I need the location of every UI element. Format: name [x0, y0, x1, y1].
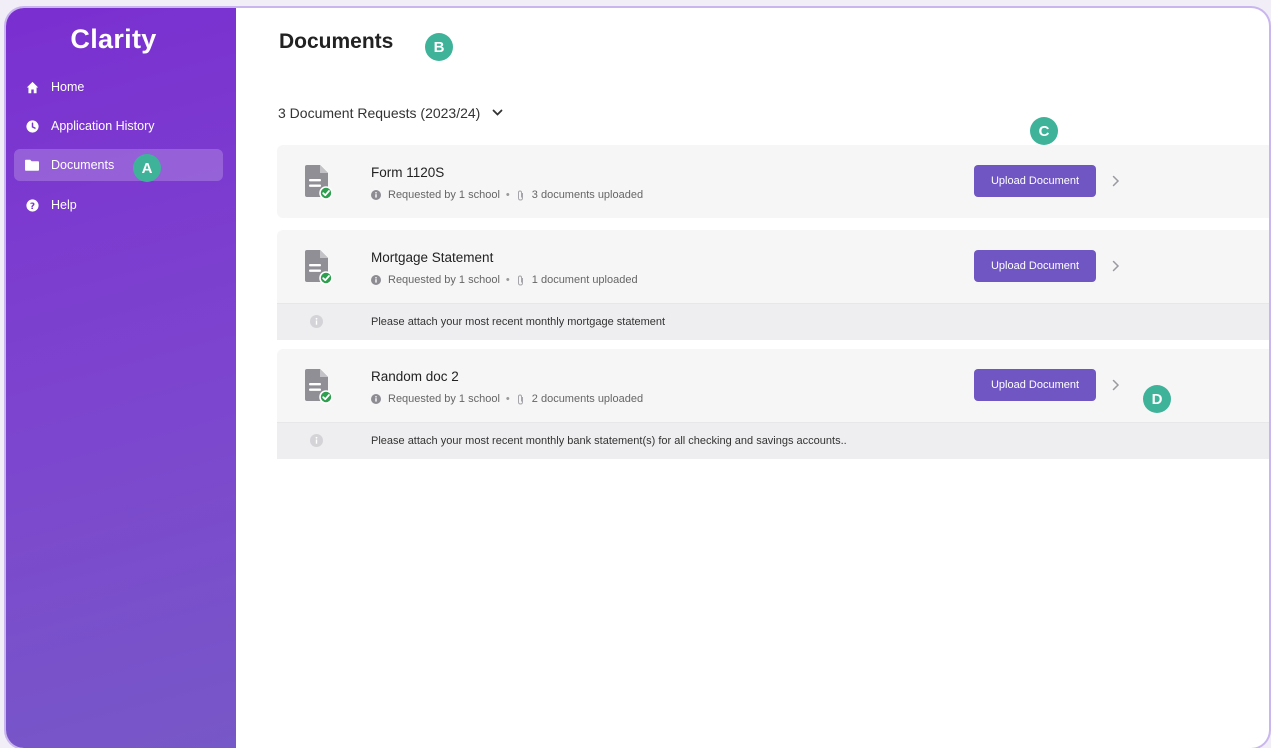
callout-marker-b: B	[425, 33, 453, 61]
uploaded-count-text: 3 documents uploaded	[531, 189, 644, 201]
svg-text:?: ?	[29, 201, 34, 211]
sidebar: Clarity Home Application History Documen…	[6, 8, 236, 748]
document-meta: Requested by 1 school • 3 documents uplo…	[371, 189, 643, 201]
sidebar-item-label: Home	[51, 80, 85, 94]
document-requests-label: 3 Document Requests (2023/24)	[278, 105, 481, 121]
document-requests-dropdown[interactable]: 3 Document Requests (2023/24)	[278, 105, 503, 121]
uploaded-count-text: 2 documents uploaded	[531, 393, 644, 405]
clock-icon	[25, 119, 39, 133]
info-icon	[371, 190, 381, 200]
question-circle-icon: ?	[25, 198, 39, 212]
document-title: Random doc 2	[371, 369, 459, 384]
upload-document-button[interactable]: Upload Document	[974, 165, 1096, 197]
callout-marker-a: A	[133, 154, 161, 182]
paperclip-icon	[516, 189, 525, 201]
document-card-form-1120s: Form 1120S Requested by 1 school • 3 doc…	[277, 145, 1269, 218]
chevron-down-icon	[492, 109, 503, 117]
chevron-right-icon[interactable]	[1111, 174, 1121, 188]
sidebar-item-help[interactable]: ? Help	[14, 189, 223, 221]
callout-marker-c: C	[1030, 117, 1058, 145]
info-icon	[371, 394, 381, 404]
uploaded-count-text: 1 document uploaded	[531, 274, 638, 286]
separator-dot: •	[505, 393, 510, 405]
document-check-icon	[305, 165, 332, 200]
document-check-icon	[305, 250, 332, 285]
upload-document-button[interactable]: Upload Document	[974, 369, 1096, 401]
folder-icon	[25, 158, 39, 172]
document-card-mortgage-statement: Mortgage Statement Requested by 1 school…	[277, 230, 1269, 340]
sidebar-item-label: Help	[51, 198, 77, 212]
chevron-right-icon[interactable]	[1111, 259, 1121, 273]
sidebar-item-label: Documents	[51, 158, 115, 172]
sidebar-item-label: Application History	[51, 119, 155, 133]
document-title: Form 1120S	[371, 165, 445, 180]
requested-by-text: Requested by 1 school	[388, 274, 500, 286]
document-card-random-doc-2: Random doc 2 Requested by 1 school • 2 d…	[277, 349, 1269, 459]
info-icon	[310, 315, 323, 331]
requested-by-text: Requested by 1 school	[388, 189, 500, 201]
callout-marker-d: D	[1143, 385, 1171, 413]
sidebar-item-documents[interactable]: Documents	[14, 149, 223, 181]
document-meta: Requested by 1 school • 1 document uploa…	[371, 274, 638, 286]
sidebar-item-home[interactable]: Home	[14, 71, 223, 103]
paperclip-icon	[516, 274, 525, 286]
info-icon	[310, 434, 323, 450]
requested-by-text: Requested by 1 school	[388, 393, 500, 405]
document-check-icon	[305, 369, 332, 404]
paperclip-icon	[516, 393, 525, 405]
app-window: Clarity Home Application History Documen…	[6, 8, 1269, 748]
chevron-right-icon[interactable]	[1111, 378, 1121, 392]
page-title: Documents	[279, 30, 394, 53]
brand-logo: Clarity	[70, 24, 157, 54]
document-title: Mortgage Statement	[371, 250, 494, 265]
separator-dot: •	[505, 189, 510, 201]
document-meta: Requested by 1 school • 2 documents uplo…	[371, 393, 643, 405]
home-icon	[25, 80, 39, 94]
sidebar-item-application-history[interactable]: Application History	[14, 110, 223, 142]
main-content: Documents B 3 Document Requests (2023/24…	[236, 8, 1269, 748]
document-note: Please attach your most recent monthly b…	[277, 422, 1269, 459]
note-text: Please attach your most recent monthly b…	[371, 435, 847, 447]
note-text: Please attach your most recent monthly m…	[371, 316, 666, 328]
document-note: Please attach your most recent monthly m…	[277, 303, 1269, 340]
separator-dot: •	[505, 274, 510, 286]
info-icon	[371, 275, 381, 285]
upload-document-button[interactable]: Upload Document	[974, 250, 1096, 282]
